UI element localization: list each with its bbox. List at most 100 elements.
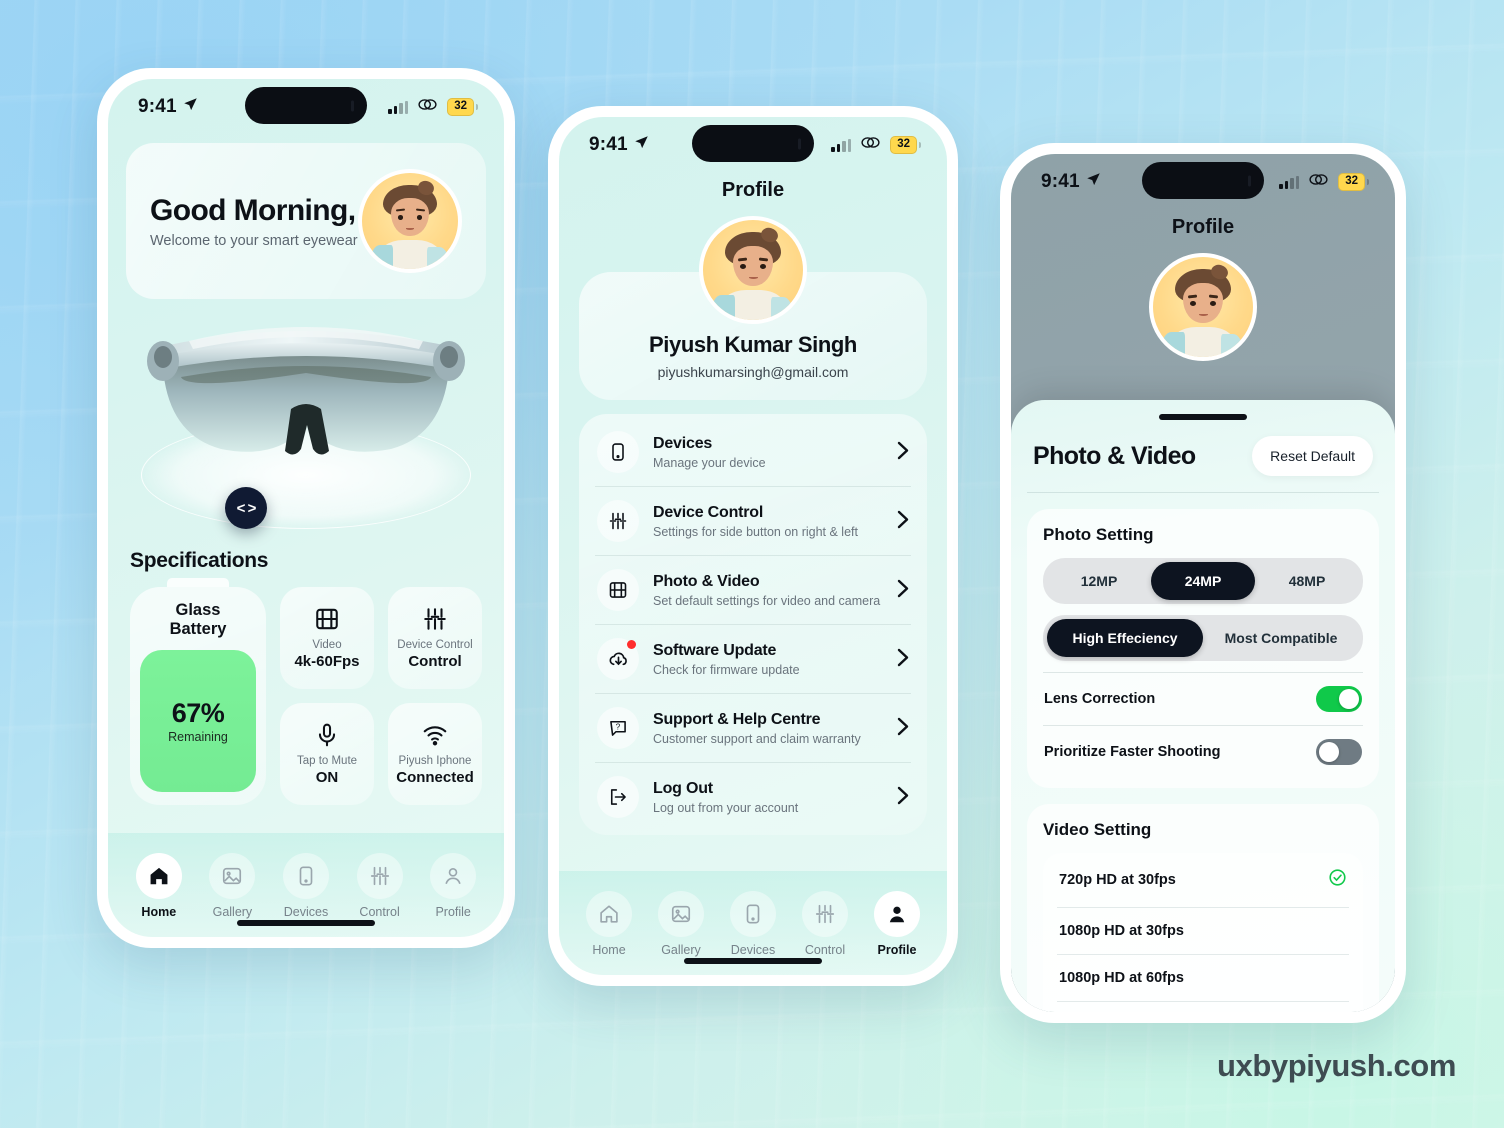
menu-item-text: Software Update Check for firmware updat…: [653, 642, 883, 677]
menu-item-photo-video[interactable]: Photo & Video Set default settings for v…: [595, 556, 911, 625]
chevron-right-icon: [897, 717, 909, 740]
menu-item-logout[interactable]: Log Out Log out from your account: [595, 763, 911, 831]
tab-gallery[interactable]: Gallery: [645, 881, 717, 957]
resolution-segmented-control: 12MP 24MP 48MP: [1043, 558, 1363, 604]
sliders-icon: [422, 606, 448, 632]
status-bar: 9:41 32: [559, 117, 947, 173]
spec-label: Video: [312, 639, 342, 651]
menu-item-subtitle: Log out from your account: [653, 800, 799, 815]
spec-value: Control: [408, 653, 462, 670]
status-indicators: 32: [388, 97, 478, 117]
lens-correction-toggle[interactable]: [1316, 686, 1362, 712]
format-option-most-compatible[interactable]: Most Compatible: [1203, 619, 1359, 657]
menu-item-title: Photo & Video: [653, 572, 760, 590]
menu-item-devices[interactable]: Devices Manage your device: [595, 418, 911, 487]
menu-item-text: Photo & Video Set default settings for v…: [653, 573, 883, 608]
spec-cards: Video 4k-60Fps Device Control Control Ta…: [280, 587, 482, 805]
control-icon: [802, 891, 848, 937]
menu-item-title: Software Update: [653, 641, 777, 659]
notification-badge: [627, 640, 636, 649]
menu-item-text: Log Out Log out from your account: [653, 780, 883, 815]
specifications-grid: Glass Battery 67% Remaining Video 4k-60F…: [108, 573, 504, 805]
video-option-label: 720p HD at 30fps: [1059, 872, 1176, 888]
menu-item-subtitle: Manage your device: [653, 455, 766, 470]
tab-devices[interactable]: Devices: [269, 843, 343, 919]
control-icon: [356, 853, 403, 899]
menu-item-text: Devices Manage your device: [653, 435, 883, 470]
tab-label: Control: [359, 905, 400, 919]
video-setting-title: Video Setting: [1043, 820, 1152, 839]
watermark: uxbypiyush.com: [1216, 1048, 1456, 1083]
specifications-heading: Specifications: [130, 549, 269, 572]
avatar[interactable]: [699, 216, 807, 324]
spec-label: Tap to Mute: [296, 755, 358, 767]
battery-level: 32: [890, 136, 917, 154]
bottom-tab-bar: Home Gallery Devices Control Profile: [108, 833, 504, 937]
video-option-row[interactable]: 720p HD at 30fps: [1057, 853, 1349, 908]
home-indicator: [237, 920, 375, 926]
spec-value: 4k-60Fps: [294, 653, 360, 670]
greeting-subtitle: Welcome to your smart eyewear: [150, 232, 358, 249]
video-option-row[interactable]: 4K at 24fps: [1057, 1002, 1349, 1012]
spec-card-video[interactable]: Video 4k-60Fps: [280, 587, 374, 689]
dynamic-island: [1142, 162, 1264, 199]
menu-item-support[interactable]: ? Support & Help Centre Customer support…: [595, 694, 911, 763]
avatar[interactable]: [358, 169, 462, 273]
tab-profile[interactable]: Profile: [861, 881, 933, 957]
tab-devices[interactable]: Devices: [717, 881, 789, 957]
tab-home[interactable]: Home: [573, 881, 645, 957]
video-option-label: 1080p HD at 30fps: [1059, 923, 1184, 939]
tab-label: Control: [804, 943, 846, 957]
status-badge-battery: 32: [1338, 173, 1369, 191]
home-icon: [586, 891, 632, 937]
logout-icon: [597, 776, 639, 818]
tab-label: Profile: [435, 905, 471, 919]
menu-item-subtitle: Check for firmware update: [653, 662, 800, 677]
tab-label: Profile: [877, 943, 917, 957]
profile-icon: [874, 891, 920, 937]
resolution-option-48mp[interactable]: 48MP: [1255, 562, 1359, 600]
status-indicators: 32: [1279, 172, 1369, 192]
tab-profile[interactable]: Profile: [416, 843, 490, 919]
reset-default-button[interactable]: Reset Default: [1252, 436, 1373, 476]
tab-label: Gallery: [661, 943, 701, 957]
rotate-product-button[interactable]: < >: [225, 487, 267, 529]
glass-battery-card[interactable]: Glass Battery 67% Remaining: [130, 578, 266, 805]
spec-label: Device Control: [397, 639, 473, 651]
tab-gallery[interactable]: Gallery: [196, 843, 270, 919]
dynamic-island: [692, 125, 814, 162]
tab-label: Devices: [283, 905, 329, 919]
location-arrow-icon: [1086, 171, 1101, 193]
menu-item-title: Support & Help Centre: [653, 710, 821, 728]
menu-item-software-update[interactable]: Software Update Check for firmware updat…: [595, 625, 911, 694]
video-option-row[interactable]: 1080p HD at 60fps: [1057, 955, 1349, 1002]
video-option-row[interactable]: 1080p HD at 30fps: [1057, 908, 1349, 955]
user-name: Piyush Kumar Singh: [649, 332, 857, 357]
tab-control[interactable]: Control: [343, 843, 417, 919]
spec-card-wifi[interactable]: Piyush Iphone Connected: [388, 703, 482, 805]
bottom-tab-bar: Home Gallery Devices Control Profile: [559, 871, 947, 975]
status-time: 9:41: [589, 134, 628, 155]
tab-control[interactable]: Control: [789, 881, 861, 957]
sheet-title: Photo & Video: [1033, 441, 1196, 470]
menu-item-device-control[interactable]: Device Control Settings for side button …: [595, 487, 911, 556]
resolution-option-24mp[interactable]: 24MP: [1151, 562, 1255, 600]
menu-item-title: Log Out: [653, 779, 713, 797]
profile-menu: Devices Manage your device Device Contro…: [579, 414, 927, 835]
spec-card-mute[interactable]: Tap to Mute ON: [280, 703, 374, 805]
cellular-signal-icon: [1279, 175, 1300, 189]
page-title: Profile: [1171, 216, 1235, 238]
microphone-icon: [314, 722, 340, 748]
phone-icon: [597, 431, 639, 473]
spec-card-device-control[interactable]: Device Control Control: [388, 587, 482, 689]
devices-icon: [282, 853, 329, 899]
battery-card-title: Glass Battery: [169, 601, 227, 639]
menu-item-title: Device Control: [653, 503, 764, 521]
resolution-option-12mp[interactable]: 12MP: [1047, 562, 1151, 600]
format-option-high-efficiency[interactable]: High Effeciency: [1047, 619, 1203, 657]
tab-home[interactable]: Home: [122, 843, 196, 919]
location-arrow-icon: [183, 96, 198, 118]
status-time-group: 9:41: [1041, 171, 1101, 193]
faster-shooting-toggle[interactable]: [1316, 739, 1362, 765]
photo-video-screen: 9:41 32 Profile Photo & Video Reset Defa…: [1011, 154, 1395, 1012]
